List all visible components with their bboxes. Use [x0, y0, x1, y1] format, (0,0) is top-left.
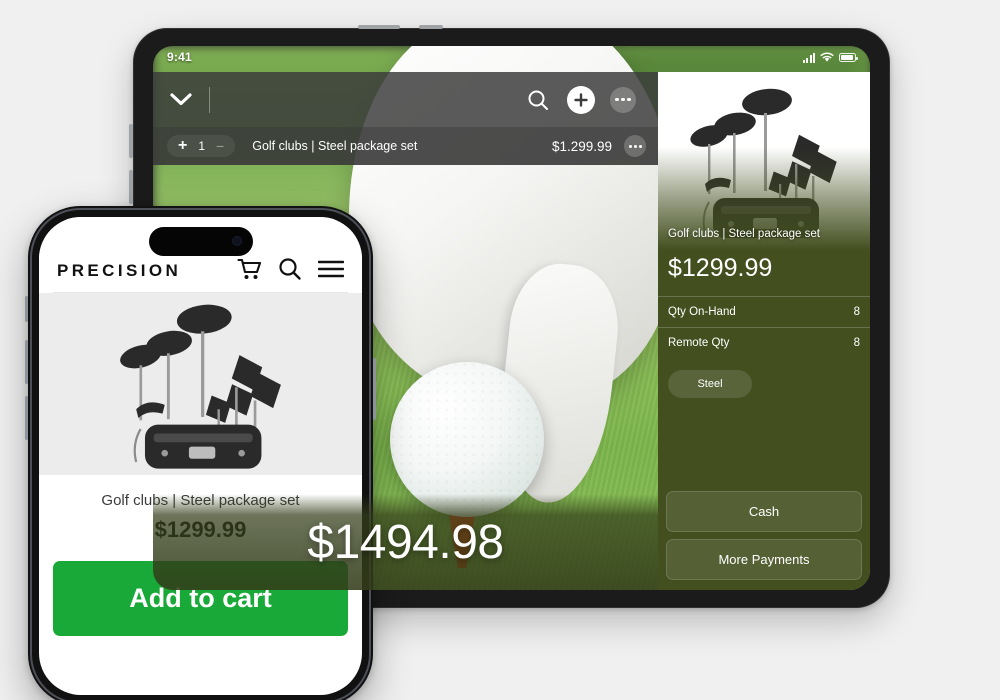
phone-power-button[interactable] — [373, 358, 376, 420]
tablet-volume-up-button[interactable] — [129, 124, 133, 158]
battery-icon — [839, 53, 858, 62]
plus-circle-icon[interactable] — [567, 85, 595, 114]
panel-row-value: 8 — [853, 337, 860, 349]
status-icons — [802, 52, 858, 63]
search-icon[interactable] — [524, 86, 552, 114]
cart-line-item[interactable]: + 1 − Golf clubs | Steel package set $1.… — [153, 127, 658, 165]
variant-chip-container: Steel — [658, 358, 870, 398]
panel-product-name: Golf clubs | Steel package set — [668, 228, 820, 240]
toolbar-divider — [209, 86, 210, 113]
panel-product-price: $1299.99 — [668, 254, 773, 282]
cart-line-item-name: Golf clubs | Steel package set — [252, 139, 418, 153]
tablet-top-button-1[interactable] — [358, 25, 400, 29]
panel-row-remote-qty: Remote Qty 8 — [658, 327, 870, 358]
phone-volume-up-button[interactable] — [25, 340, 28, 384]
panel-row-label: Remote Qty — [668, 337, 730, 349]
toolbar-actions — [524, 85, 658, 114]
phone-volume-down-button[interactable] — [25, 396, 28, 440]
phone-screen: PRECISION Golf clubs Add to cart — [39, 217, 362, 695]
dynamic-island — [148, 227, 253, 256]
hamburger-menu-icon[interactable] — [318, 259, 344, 279]
tablet-status-bar: 9:41 — [153, 46, 870, 72]
cellular-signal-icon — [802, 52, 815, 63]
order-total-amount: $1494.98 — [307, 515, 504, 569]
phone-mute-button[interactable] — [25, 296, 28, 322]
wifi-icon — [820, 52, 834, 62]
phone-product-image — [39, 293, 362, 475]
more-payments-button[interactable]: More Payments — [666, 539, 862, 580]
panel-row-label: Qty On-Hand — [668, 306, 736, 318]
payment-actions: Cash More Payments — [658, 491, 870, 590]
golf-bag-image — [119, 304, 281, 469]
order-total-overlay: $1494.98 — [153, 494, 658, 590]
product-detail-panel: Golf clubs | Steel package set $1299.99 … — [658, 72, 870, 590]
search-icon[interactable] — [278, 257, 302, 281]
cart-line-more-options-icon[interactable] — [624, 135, 646, 157]
brand-logo: PRECISION — [57, 261, 182, 280]
quantity-decrease-button[interactable]: − — [216, 139, 224, 153]
phone-header-icons — [237, 257, 344, 281]
cart-line-item-price: $1.299.99 — [551, 138, 612, 154]
phone-device: PRECISION Golf clubs Add to cart — [25, 206, 376, 700]
tablet-toolbar — [153, 72, 658, 127]
shopping-cart-icon[interactable] — [237, 258, 262, 281]
quantity-increase-button[interactable]: + — [178, 138, 187, 154]
tablet-volume-down-button[interactable] — [129, 170, 133, 204]
panel-row-value: 8 — [853, 306, 860, 318]
golf-bag-image — [690, 88, 837, 238]
tablet-top-button-2[interactable] — [419, 25, 443, 29]
panel-row-qty-on-hand: Qty On-Hand 8 — [658, 296, 870, 327]
variant-chip-steel[interactable]: Steel — [668, 370, 752, 398]
more-options-icon[interactable] — [610, 86, 636, 113]
cash-button[interactable]: Cash — [666, 491, 862, 532]
quantity-stepper[interactable]: + 1 − — [167, 135, 236, 157]
chevron-down-icon[interactable] — [153, 93, 209, 106]
product-thumbnail: Golf clubs | Steel package set — [658, 72, 870, 250]
quantity-value: 1 — [198, 139, 206, 153]
status-time: 9:41 — [167, 50, 192, 64]
